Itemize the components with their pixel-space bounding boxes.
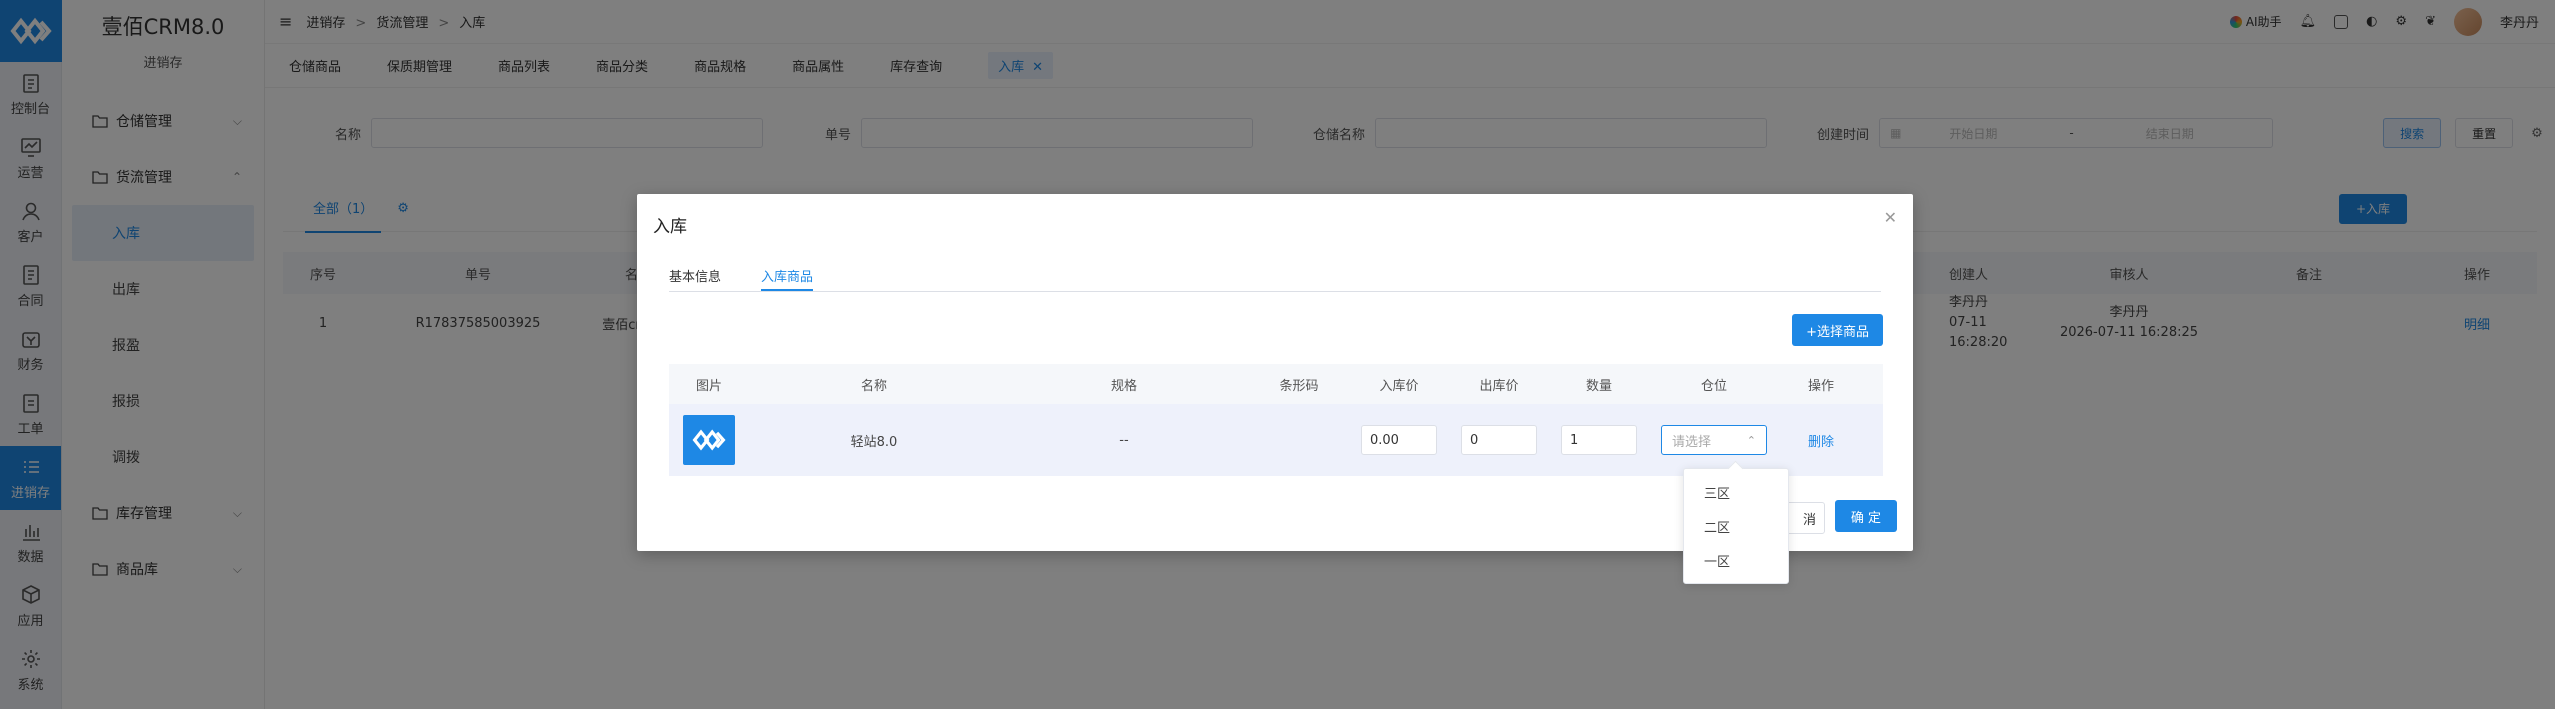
location-placeholder: 请选择 bbox=[1672, 434, 1712, 450]
tab-inbound-goods[interactable]: 入库商品 bbox=[761, 258, 814, 291]
delete-link[interactable]: 删除 bbox=[1779, 431, 1863, 450]
quantity-input[interactable]: 1 bbox=[1561, 425, 1637, 455]
goods-row: 轻站8.0 -- 0.00 0 1 请选择 ⌃ 删除 bbox=[669, 404, 1883, 476]
in-price-cell: 0.00 bbox=[1349, 425, 1449, 455]
goods-image bbox=[683, 415, 735, 465]
dialog-tabs: 基本信息 入库商品 bbox=[669, 258, 1881, 292]
goods-table-header: 图片 名称 规格 条形码 入库价 出库价 数量 仓位 操作 bbox=[669, 364, 1883, 404]
goods-name: 轻站8.0 bbox=[850, 434, 898, 450]
dropdown-option[interactable]: 二区 bbox=[1684, 509, 1788, 543]
logo-icon bbox=[692, 429, 726, 451]
confirm-button[interactable]: 确 定 bbox=[1835, 500, 1897, 532]
in-price-input[interactable]: 0.00 bbox=[1361, 425, 1437, 455]
close-icon[interactable]: ✕ bbox=[1884, 208, 1897, 227]
qty-cell: 1 bbox=[1549, 425, 1649, 455]
column-header: 操作 bbox=[1807, 378, 1834, 394]
column-header: 图片 bbox=[695, 378, 722, 394]
select-goods-button[interactable]: +选择商品 bbox=[1792, 314, 1883, 346]
column-header: 数量 bbox=[1585, 378, 1612, 394]
out-price-input[interactable]: 0 bbox=[1461, 425, 1537, 455]
column-header: 名称 bbox=[860, 378, 887, 394]
dropdown-option[interactable]: 三区 bbox=[1684, 475, 1788, 509]
goods-table: 图片 名称 规格 条形码 入库价 出库价 数量 仓位 操作 轻站8.0 -- 0… bbox=[669, 364, 1883, 476]
column-header: 仓位 bbox=[1700, 378, 1727, 394]
column-header: 入库价 bbox=[1379, 378, 1419, 394]
dialog-title: 入库 bbox=[653, 217, 687, 237]
column-header: 出库价 bbox=[1479, 378, 1519, 394]
tab-basic-info[interactable]: 基本信息 bbox=[669, 258, 721, 291]
chevron-up-icon: ⌃ bbox=[1746, 433, 1756, 447]
location-select[interactable]: 请选择 ⌃ bbox=[1661, 425, 1767, 455]
column-header: 规格 bbox=[1110, 378, 1137, 394]
goods-image-cell bbox=[669, 415, 749, 465]
dropdown-option[interactable]: 一区 bbox=[1684, 543, 1788, 577]
goods-spec: -- bbox=[1119, 432, 1129, 448]
location-dropdown: 三区 二区 一区 bbox=[1683, 468, 1789, 584]
column-header: 条形码 bbox=[1279, 378, 1319, 394]
location-cell: 请选择 ⌃ bbox=[1649, 425, 1779, 455]
out-price-cell: 0 bbox=[1449, 425, 1549, 455]
